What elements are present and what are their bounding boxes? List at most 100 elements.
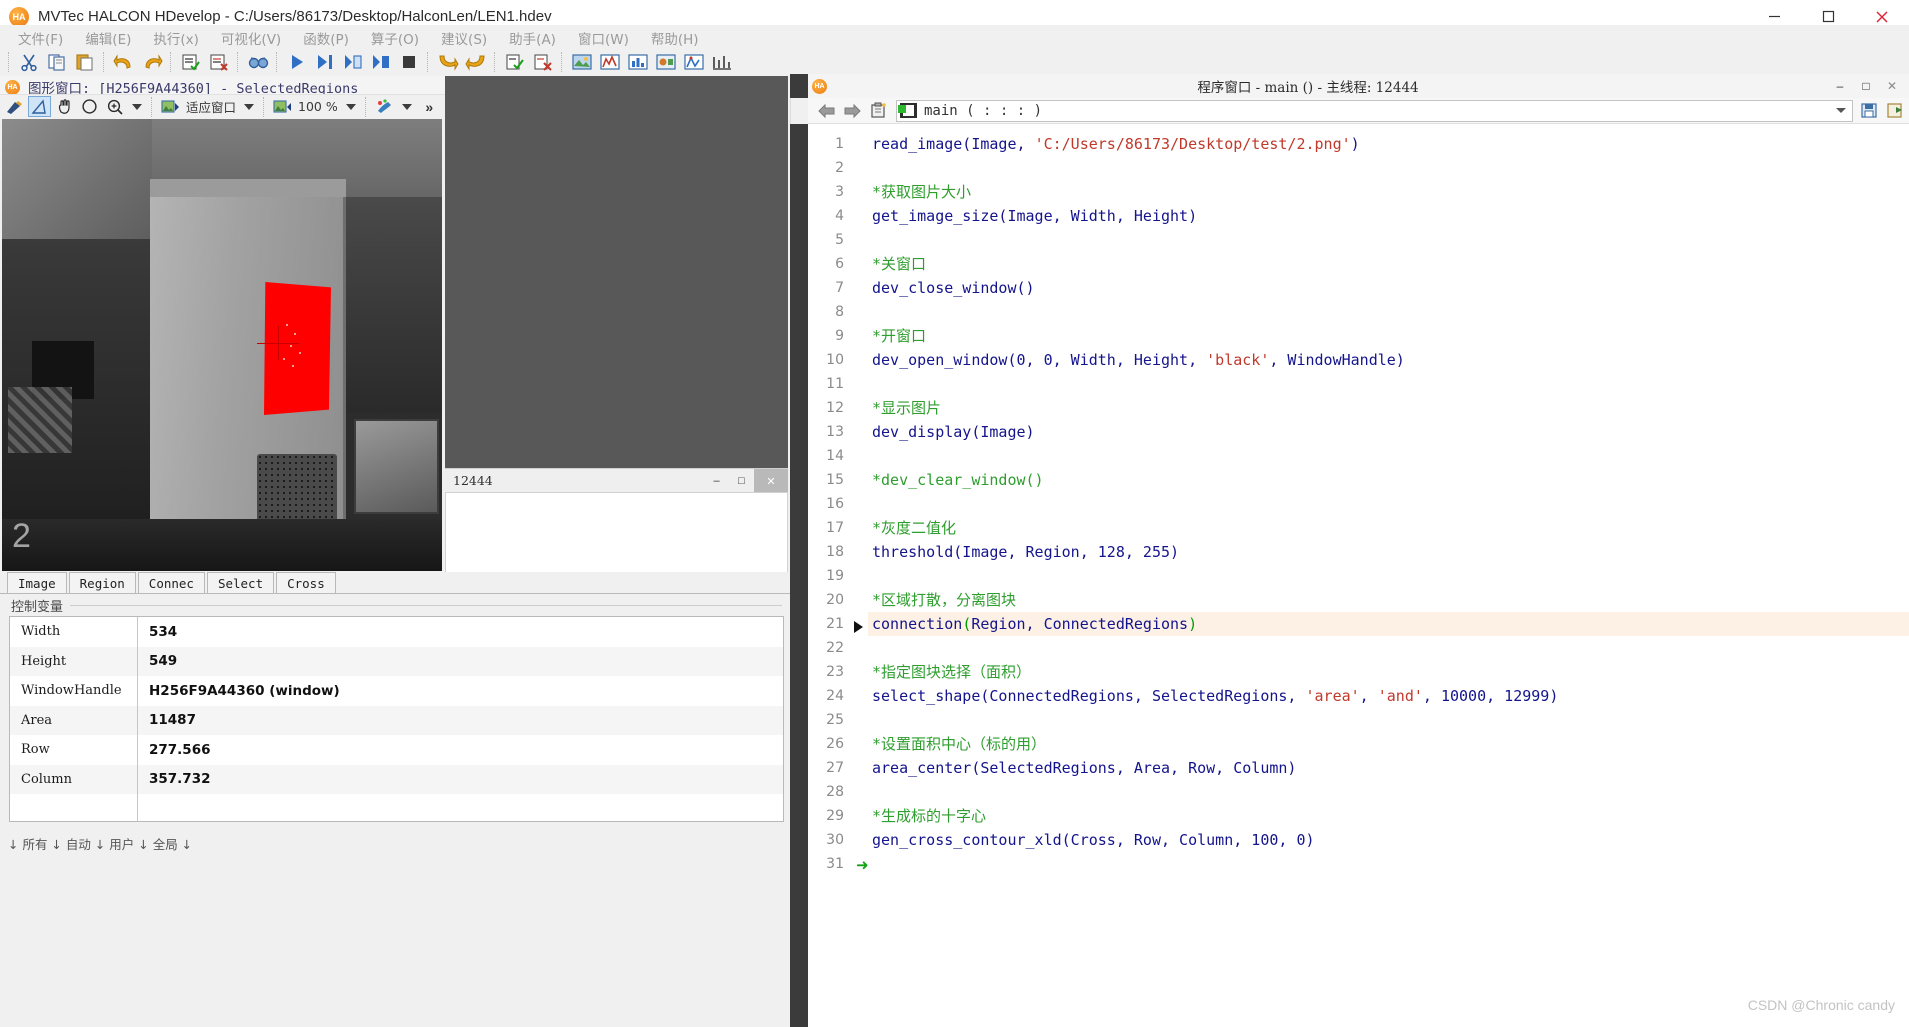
cut-icon[interactable] — [16, 50, 42, 74]
code-line[interactable] — [868, 156, 1909, 180]
save-procedure-icon[interactable] — [1857, 100, 1881, 122]
breakpoint-column[interactable]: ➜ — [850, 124, 869, 1027]
code-line[interactable]: *生成标的十字心 — [868, 804, 1909, 828]
control-variables-table[interactable]: Width 534 Height 549 WindowHandle H256F9… — [9, 616, 784, 822]
draw-region-icon[interactable] — [3, 96, 26, 117]
code-line-active[interactable]: connection(Region, ConnectedRegions) — [868, 612, 1909, 636]
measure-icon[interactable] — [709, 50, 735, 74]
program-maximize-button[interactable]: □ — [1853, 74, 1879, 98]
code-line[interactable] — [868, 372, 1909, 396]
menu-visualize[interactable]: 可视化(V) — [210, 25, 292, 51]
menu-assistants[interactable]: 助手(A) — [498, 25, 567, 51]
table-row[interactable]: WindowHandle H256F9A44360 (window) — [10, 676, 783, 706]
thread-minimize-button[interactable]: – — [704, 469, 729, 493]
table-row[interactable]: Area 11487 — [10, 705, 783, 735]
code-line[interactable] — [868, 636, 1909, 660]
code-line[interactable] — [868, 492, 1909, 516]
code-line[interactable]: *设置面积中心（标的用） — [868, 732, 1909, 756]
code-line[interactable] — [868, 708, 1909, 732]
pan-hand-icon[interactable] — [53, 96, 76, 117]
table-row[interactable]: Height 549 — [10, 646, 783, 676]
stop-icon[interactable] — [396, 50, 422, 74]
code-line[interactable]: *区域打散，分离图块 — [868, 588, 1909, 612]
code-area[interactable]: read_image(Image, 'C:/Users/86173/Deskto… — [868, 124, 1909, 1027]
tab-image[interactable]: Image — [7, 572, 67, 593]
tab-region[interactable]: Region — [68, 572, 136, 593]
tab-cross[interactable]: Cross — [276, 572, 336, 593]
magic-wand-icon[interactable] — [28, 96, 51, 117]
region-features-icon[interactable] — [653, 50, 679, 74]
copy-icon[interactable] — [44, 50, 70, 74]
tab-connec[interactable]: Connec — [137, 572, 205, 593]
code-line[interactable] — [868, 228, 1909, 252]
program-close-button[interactable]: ✕ — [1879, 74, 1905, 98]
variable-filter-strip[interactable]: ↓ 所有 ↓ 自动 ↓ 用户 ↓ 全局 ↓ — [0, 832, 790, 854]
menu-execute[interactable]: 执行(x) — [142, 25, 210, 51]
activate-icon[interactable] — [502, 50, 528, 74]
code-line[interactable]: dev_open_window(0, 0, Width, Height, 'bl… — [868, 348, 1909, 372]
code-line[interactable] — [868, 852, 1909, 876]
undo-icon[interactable] — [111, 50, 137, 74]
code-line[interactable]: select_shape(ConnectedRegions, SelectedR… — [868, 684, 1909, 708]
deactivate-icon[interactable] — [530, 50, 556, 74]
circle-roi-icon[interactable] — [78, 96, 101, 117]
zoom-dropdown-caret-icon[interactable] — [132, 103, 142, 110]
find-icon[interactable] — [245, 50, 271, 74]
code-line[interactable]: threshold(Image, Region, 128, 255) — [868, 540, 1909, 564]
code-line[interactable] — [868, 564, 1909, 588]
zoom-level-caret-icon[interactable] — [345, 103, 356, 110]
code-line[interactable] — [868, 444, 1909, 468]
fit-window-caret-icon[interactable] — [244, 103, 255, 110]
table-row[interactable]: Row 277.566 — [10, 735, 783, 765]
new-procedure-icon[interactable] — [866, 100, 890, 122]
gray-features-icon[interactable] — [681, 50, 707, 74]
image-variables-icon[interactable] — [569, 50, 595, 74]
arrow-right-icon[interactable] — [840, 100, 864, 122]
thread-maximize-button[interactable]: □ — [729, 469, 754, 493]
menu-operators[interactable]: 算子(O) — [360, 25, 430, 51]
code-line[interactable]: area_center(SelectedRegions, Area, Row, … — [868, 756, 1909, 780]
table-row[interactable]: Column 357.732 — [10, 764, 783, 794]
menu-functions[interactable]: 函数(P) — [292, 25, 360, 51]
menu-help[interactable]: 帮助(H) — [640, 25, 710, 51]
redo-icon[interactable] — [139, 50, 165, 74]
feature-histogram-icon[interactable] — [625, 50, 651, 74]
step-out-icon[interactable] — [368, 50, 394, 74]
code-line[interactable]: *显示图片 — [868, 396, 1909, 420]
chevron-down-icon[interactable] — [1836, 108, 1846, 113]
paste-icon[interactable] — [72, 50, 98, 74]
overflow-button[interactable]: » — [418, 96, 441, 117]
code-line[interactable]: *灰度二值化 — [868, 516, 1909, 540]
thread-close-button[interactable]: ✕ — [754, 469, 788, 493]
continue-icon[interactable] — [435, 50, 461, 74]
tab-select[interactable]: Select — [206, 572, 275, 593]
code-line[interactable] — [868, 780, 1909, 804]
code-editor[interactable]: 1 2 3 4 5 6 7 8 9 10 11 12 13 14 15 16 1… — [808, 124, 1909, 1027]
code-line[interactable]: *dev_clear_window() — [868, 468, 1909, 492]
code-line[interactable]: read_image(Image, 'C:/Users/86173/Deskto… — [868, 132, 1909, 156]
run-icon[interactable] — [284, 50, 310, 74]
code-line[interactable]: *获取图片大小 — [868, 180, 1909, 204]
uncomment-icon[interactable] — [206, 50, 232, 74]
export-procedure-icon[interactable] — [1883, 100, 1907, 122]
arrow-left-icon[interactable] — [814, 100, 838, 122]
code-line[interactable]: *开窗口 — [868, 324, 1909, 348]
comment-icon[interactable] — [178, 50, 204, 74]
brush-caret-icon[interactable] — [401, 103, 412, 110]
step-into-icon[interactable] — [340, 50, 366, 74]
graphics-canvas[interactable]: 2 — [2, 119, 442, 571]
color-brush-icon[interactable] — [373, 96, 396, 117]
procedure-selector[interactable]: main ( : : : ) — [896, 99, 1853, 122]
secondary-graphics-canvas[interactable] — [445, 76, 788, 468]
code-line[interactable]: *关窗口 — [868, 252, 1909, 276]
reset-icon[interactable] — [463, 50, 489, 74]
step-over-icon[interactable] — [312, 50, 338, 74]
code-line[interactable]: dev_display(Image) — [868, 420, 1909, 444]
code-line[interactable]: *指定图块选择（面积） — [868, 660, 1909, 684]
table-row[interactable]: Width 534 — [10, 617, 783, 647]
zoom-plus-icon[interactable] — [103, 96, 126, 117]
fit-window-combo[interactable]: 适应窗口 — [158, 96, 259, 117]
zoom-level-combo[interactable]: 100 % — [270, 96, 361, 117]
menu-suggestions[interactable]: 建议(S) — [430, 25, 498, 51]
gray-histogram-icon[interactable] — [597, 50, 623, 74]
